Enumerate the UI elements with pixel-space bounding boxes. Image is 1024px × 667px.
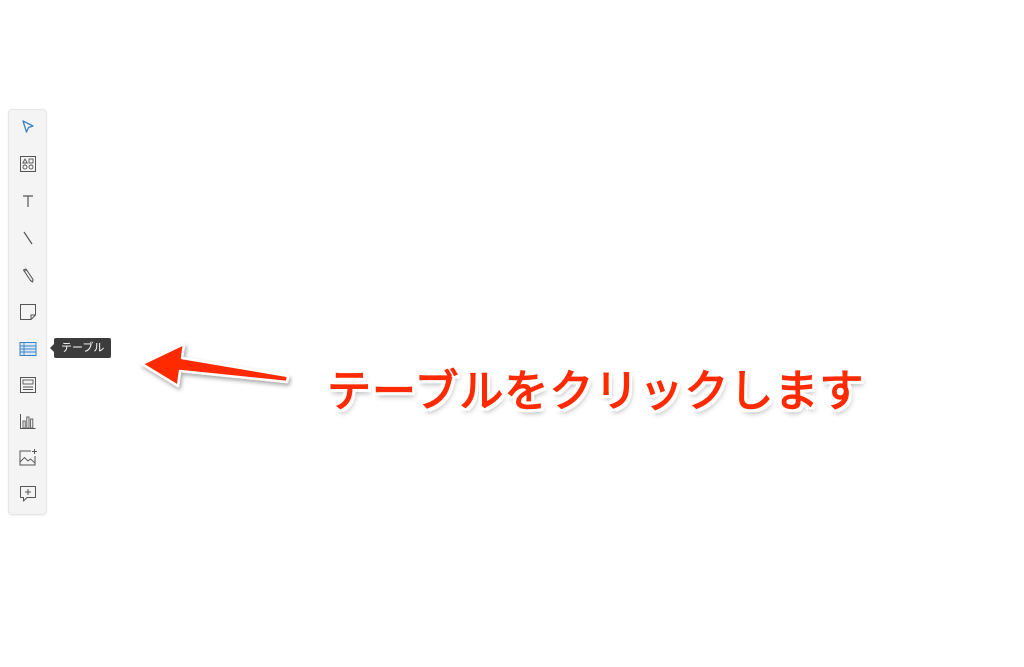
chart-tool-button[interactable] — [9, 405, 46, 437]
image-tool-button[interactable] — [9, 442, 46, 474]
text-icon — [20, 193, 36, 209]
image-add-icon — [18, 448, 38, 468]
shapes-icon — [19, 155, 37, 173]
sticky-note-icon — [19, 303, 37, 321]
table-tool-button[interactable] — [9, 333, 46, 365]
whiteboard-canvas[interactable]: テーブル テーブルをクリックします — [0, 0, 1024, 667]
annotation-text: テーブルをクリックします — [327, 366, 865, 417]
shapes-tool-button[interactable] — [9, 148, 46, 180]
table-tooltip: テーブル — [49, 338, 112, 358]
comment-tool-button[interactable] — [9, 478, 46, 510]
select-tool-button[interactable] — [9, 111, 46, 143]
table-icon — [19, 341, 37, 357]
line-icon — [20, 230, 36, 246]
card-icon — [19, 376, 37, 394]
bar-chart-icon — [19, 412, 37, 430]
pen-tool-button[interactable] — [9, 259, 46, 291]
sticky-note-tool-button[interactable] — [9, 296, 46, 328]
card-tool-button[interactable] — [9, 369, 46, 401]
cursor-arrow-icon — [20, 119, 36, 135]
comment-add-icon — [19, 485, 37, 503]
line-tool-button[interactable] — [9, 222, 46, 254]
text-tool-button[interactable] — [9, 185, 46, 217]
annotation-arrow-icon — [140, 342, 290, 388]
pencil-icon — [20, 267, 36, 283]
